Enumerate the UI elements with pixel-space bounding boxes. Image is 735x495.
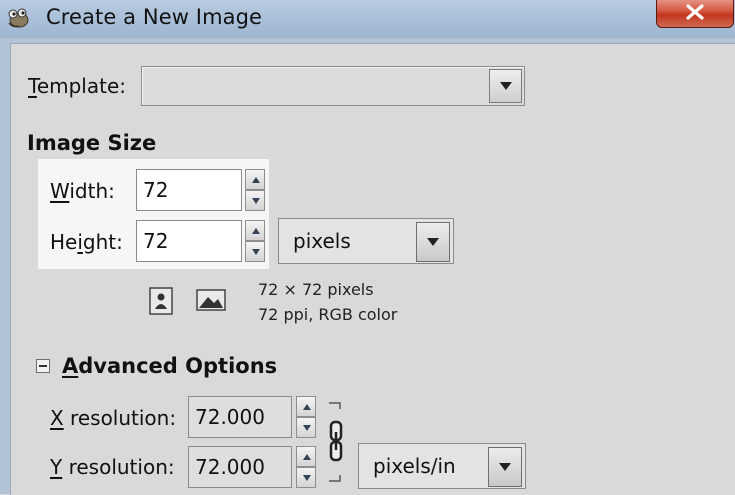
chevron-down-icon: [500, 82, 512, 90]
x-resolution-spin-up[interactable]: [296, 396, 316, 417]
arrow-up-icon: [303, 404, 311, 410]
size-unit-dropdown-button[interactable]: [416, 222, 450, 262]
close-icon: [686, 4, 704, 20]
arrow-down-icon: [252, 249, 260, 255]
width-input[interactable]: 72: [136, 169, 242, 211]
portrait-button[interactable]: [149, 287, 173, 315]
x-resolution-spinner[interactable]: [296, 396, 316, 438]
width-spin-up[interactable]: [245, 169, 265, 190]
y-resolution-spinner[interactable]: [296, 446, 316, 488]
image-size-info: 72 × 72 pixels: [258, 280, 374, 299]
image-size-heading: Image Size: [27, 131, 157, 155]
close-button[interactable]: [656, 0, 734, 28]
template-label: Template:: [28, 74, 127, 98]
size-unit-combo[interactable]: pixels: [278, 218, 454, 264]
template-dropdown-button[interactable]: [489, 69, 522, 103]
width-spinner[interactable]: [245, 169, 265, 211]
width-label: Width:: [50, 179, 115, 203]
arrow-up-icon: [252, 228, 260, 234]
arrow-down-icon: [252, 198, 260, 204]
arrow-up-icon: [303, 454, 311, 460]
height-label: Height:: [50, 230, 123, 254]
height-input[interactable]: 72: [136, 220, 242, 262]
arrow-down-icon: [303, 425, 311, 431]
landscape-button[interactable]: [196, 289, 226, 311]
y-resolution-input[interactable]: 72.000: [188, 446, 292, 488]
x-resolution-spin-down[interactable]: [296, 417, 316, 438]
window-title: Create a New Image: [46, 5, 263, 29]
image-resolution-info: 72 ppi, RGB color: [258, 305, 398, 324]
chevron-down-icon: [499, 463, 511, 471]
resolution-chain-button[interactable]: [326, 400, 348, 484]
title-bar: Create a New Image: [0, 0, 735, 39]
height-spin-down[interactable]: [245, 241, 265, 262]
landscape-icon: [196, 289, 226, 311]
height-spinner[interactable]: [245, 220, 265, 262]
template-combo[interactable]: [141, 66, 525, 106]
y-resolution-spin-up[interactable]: [296, 446, 316, 467]
width-spin-down[interactable]: [245, 190, 265, 211]
x-resolution-input[interactable]: 72.000: [188, 396, 292, 438]
portrait-icon: [149, 287, 173, 315]
resolution-unit-dropdown-button[interactable]: [488, 447, 522, 487]
advanced-options-heading[interactable]: Advanced Options: [62, 354, 277, 378]
advanced-collapse-toggle[interactable]: [36, 359, 50, 373]
gimp-icon: [8, 8, 29, 28]
resolution-unit-combo[interactable]: pixels/in: [358, 443, 526, 489]
arrow-down-icon: [303, 475, 311, 481]
arrow-up-icon: [252, 177, 260, 183]
y-resolution-spin-down[interactable]: [296, 467, 316, 488]
y-resolution-label: Y resolution:: [50, 455, 175, 479]
height-spin-up[interactable]: [245, 220, 265, 241]
chain-link-icon: [329, 402, 343, 482]
resolution-unit-value: pixels/in: [373, 454, 456, 478]
x-resolution-label: X resolution:: [50, 406, 177, 430]
size-unit-value: pixels: [293, 229, 351, 253]
chevron-down-icon: [427, 238, 439, 246]
